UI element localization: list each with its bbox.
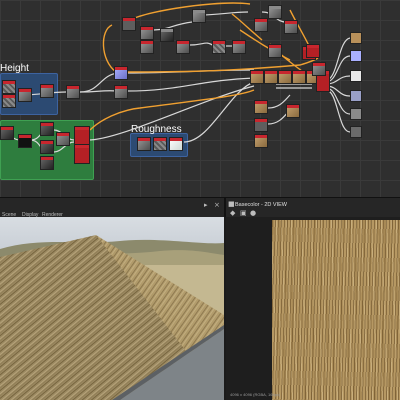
output-basecolor[interactable] — [350, 32, 362, 44]
lock-icon[interactable]: ◆ — [230, 210, 235, 217]
graph-node[interactable] — [40, 122, 54, 136]
output-metallic[interactable] — [350, 90, 362, 102]
view3d-scene — [0, 235, 224, 400]
graph-node[interactable] — [292, 70, 306, 84]
view2d-title: Basecolor - 2D VIEW — [235, 202, 287, 208]
output-roughness[interactable] — [350, 70, 362, 82]
graph-node[interactable] — [140, 40, 154, 54]
view2d-toolbar: ■ Basecolor - 2D VIEW ◆ ▣ ● — [224, 197, 400, 217]
graph-node[interactable] — [268, 5, 282, 19]
pin-icon[interactable]: ● — [250, 210, 256, 217]
node-graph[interactable]: Height Roughness — [0, 0, 400, 197]
settings-icon[interactable]: ▸ — [204, 202, 208, 209]
graph-node[interactable] — [250, 70, 264, 84]
graph-node[interactable] — [264, 70, 278, 84]
graph-node[interactable] — [254, 18, 268, 32]
graph-node[interactable] — [0, 126, 14, 140]
graph-node[interactable] — [254, 100, 268, 114]
graph-node[interactable] — [122, 17, 136, 31]
graph-node[interactable] — [137, 137, 151, 151]
graph-node[interactable] — [56, 132, 70, 146]
graph-node[interactable] — [74, 144, 90, 164]
graph-node[interactable] — [169, 137, 183, 151]
view2d-status: 4096 x 4096 (RGBA, 16bpc) — [230, 392, 281, 397]
graph-node[interactable] — [18, 134, 32, 148]
graph-node[interactable] — [140, 26, 154, 40]
graph-node[interactable] — [40, 140, 54, 154]
graph-node[interactable] — [278, 70, 292, 84]
graph-node[interactable] — [40, 156, 54, 170]
graph-node[interactable] — [114, 85, 128, 99]
graph-node[interactable] — [40, 84, 54, 98]
graph-node[interactable] — [254, 134, 268, 148]
view3d-viewport[interactable] — [0, 217, 224, 400]
output-height[interactable] — [350, 108, 362, 120]
graph-node[interactable] — [286, 104, 300, 118]
graph-node[interactable] — [18, 88, 32, 102]
camera-icon[interactable]: ■ — [228, 201, 235, 208]
graph-node[interactable] — [66, 85, 80, 99]
graph-node[interactable] — [153, 137, 167, 151]
graph-node[interactable] — [176, 40, 190, 54]
close-icon[interactable]: × — [214, 202, 220, 209]
view3d-toolbar: Scene Display Renderer ▸ × — [0, 197, 224, 218]
graph-node[interactable] — [2, 94, 16, 108]
graph-node[interactable] — [74, 126, 90, 146]
basecolor-texture — [272, 220, 400, 400]
graph-node[interactable] — [232, 40, 246, 54]
graph-node[interactable] — [2, 80, 16, 94]
graph-node[interactable] — [284, 20, 298, 34]
graph-links — [0, 2, 351, 153]
graph-node[interactable] — [268, 44, 282, 58]
graph-node[interactable] — [312, 62, 326, 76]
graph-node[interactable] — [192, 9, 206, 23]
graph-node[interactable] — [212, 40, 226, 54]
graph-node[interactable] — [114, 66, 128, 80]
view2d-viewport[interactable]: 4096 x 4096 (RGBA, 16bpc) — [226, 217, 400, 400]
graph-node[interactable] — [254, 118, 268, 132]
fit-icon[interactable]: ▣ — [240, 210, 247, 217]
graph-node[interactable] — [306, 44, 320, 58]
output-normal[interactable] — [350, 50, 362, 62]
graph-node[interactable] — [160, 28, 174, 42]
output-ao[interactable] — [350, 126, 362, 138]
